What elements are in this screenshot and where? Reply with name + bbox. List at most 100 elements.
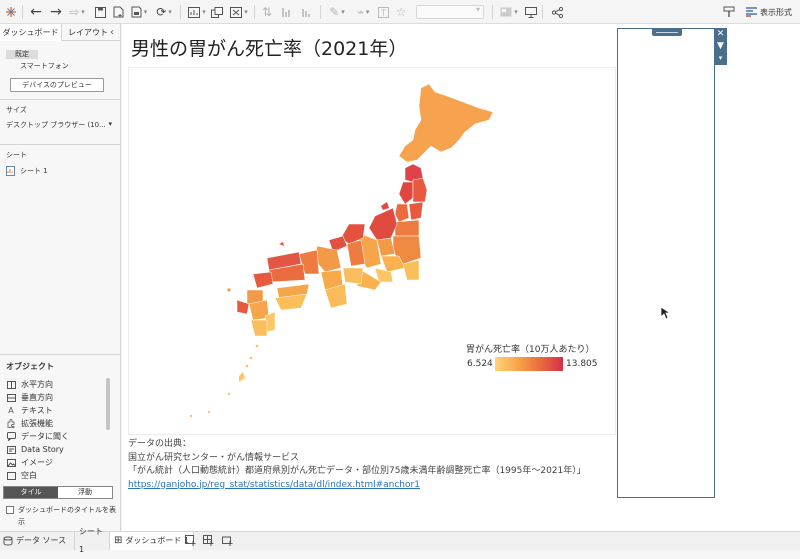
extension-icon (6, 419, 16, 428)
source-line: 「がん統計（人口動態統計）都道府県別がん死亡データ・部位別75歳未満年齢調整死亡… (128, 466, 586, 476)
island (207, 410, 211, 414)
object-label: Data Story (21, 445, 64, 454)
fit-dropdown[interactable] (416, 5, 484, 19)
mouse-cursor-icon (660, 306, 670, 320)
save-icon[interactable] (93, 4, 107, 20)
object-ask-data[interactable]: データに聞く (6, 431, 69, 442)
tab-sheet-1[interactable]: シート 1 (74, 527, 108, 554)
sort-asc-icon[interactable] (280, 4, 294, 20)
worksheet-icon (6, 166, 15, 176)
device-preview-button[interactable]: デバイスのプレビュー (10, 78, 104, 92)
duplicate-icon[interactable] (210, 4, 224, 20)
new-worksheet-icon[interactable] (185, 535, 196, 549)
image-icon (6, 458, 16, 467)
size-title: サイズ (6, 106, 27, 114)
data-story-icon (6, 445, 16, 454)
sheet-tab-bar: データ ソース シート 1 ⊞ ダッシュボード 1 (0, 527, 800, 554)
undo-icon[interactable]: ← (28, 4, 44, 20)
share-icon[interactable] (550, 4, 564, 20)
format-icon[interactable] (745, 4, 757, 20)
presentation-icon[interactable] (524, 4, 538, 20)
move-handle[interactable] (652, 29, 682, 36)
region-fukushima (394, 219, 420, 237)
dashboard-canvas: 男性の胃がん死亡率（2021年） 胃がん死亡率（10万人あたり） 6.524 1… (122, 24, 800, 531)
horizontal-container-icon (6, 380, 16, 389)
object-blank[interactable]: 空白 (6, 470, 37, 481)
sheets-title: シート (6, 151, 27, 159)
close-icon[interactable]: ✕ (714, 28, 727, 40)
island (227, 392, 231, 396)
new-dashboard-icon[interactable] (203, 535, 214, 549)
legend-color-ramp[interactable] (495, 357, 563, 371)
toolbar: ← → ⇨ ▾ ▾ ⟳ ▾ ▾ ▾ ⇅ ✎ ▾ ⌁ ▾ T ☆ ▾ ▾ 表示形式 (0, 0, 800, 24)
tab-dashboard-1[interactable]: ⊞ ダッシュボード 1 (109, 532, 195, 550)
new-sheet-icon[interactable]: ▾ (186, 4, 208, 20)
island (249, 356, 253, 360)
sheet-item-label: シート 1 (20, 167, 48, 175)
objects-title: オブジェクト (6, 362, 54, 371)
tab-data-source[interactable]: データ ソース (3, 532, 66, 550)
vertical-container-icon (6, 393, 16, 402)
object-controls: ✕ ▼ ▾ (714, 28, 727, 65)
region-miyagi (408, 201, 424, 221)
device-default[interactable]: 既定 (6, 50, 38, 59)
show-me-icon[interactable] (722, 4, 736, 20)
tab-layout[interactable]: レイアウト (68, 24, 108, 41)
legend-min: 6.524 (467, 359, 493, 369)
blank-icon (6, 471, 16, 480)
object-text[interactable]: A テキスト (6, 405, 53, 416)
new-story-icon[interactable] (222, 535, 233, 549)
tab-sheet-1-label: シート 1 (79, 527, 103, 554)
forward-icon[interactable]: ⇨ ▾ (66, 4, 88, 20)
object-data-story[interactable]: Data Story (6, 444, 64, 455)
database-icon (3, 536, 13, 546)
region-aichi (342, 267, 364, 285)
source-link[interactable]: https://ganjoho.jp/reg_stat/statistics/d… (128, 479, 586, 493)
tab-dashboard[interactable]: ダッシュボード (0, 24, 62, 41)
object-image[interactable]: イメージ (6, 457, 53, 468)
swap-icon[interactable]: ⇅ (260, 4, 274, 20)
size-select[interactable]: デスクトップ ブラウザー (10... (6, 120, 112, 130)
tableau-logo-icon[interactable] (4, 4, 18, 20)
object-label: テキスト (21, 406, 53, 415)
japan-choropleth-map[interactable] (129, 68, 615, 434)
pin-icon[interactable]: ☆ (394, 4, 408, 20)
group-icon[interactable]: ⌁ ▾ (352, 4, 374, 20)
redo-icon[interactable]: → (48, 4, 64, 20)
new-datasource-icon[interactable] (111, 4, 125, 20)
map-pane[interactable]: 胃がん死亡率（10万人あたり） 6.524 13.805 (128, 67, 616, 435)
device-phone[interactable]: スマートフォン (20, 61, 69, 71)
selected-object-frame[interactable] (617, 28, 715, 498)
source-text: データの出典： 国立がん研究センター・がん情報サービス 「がん統計（人口動態統計… (128, 438, 586, 492)
chevron-left-icon[interactable]: ‹ (110, 24, 114, 41)
object-label: 垂直方向 (21, 393, 53, 402)
sheet-item[interactable]: シート 1 (6, 165, 48, 177)
refresh-icon[interactable]: ⟳ ▾ (153, 4, 175, 20)
object-horizontal[interactable]: 水平方向 (6, 379, 53, 390)
more-options-icon[interactable]: ▾ (714, 52, 727, 64)
format-label[interactable]: 表示形式 (760, 7, 792, 18)
island (227, 288, 231, 292)
show-title-checkbox[interactable] (6, 506, 14, 514)
pause-icon[interactable]: ▾ (129, 4, 149, 20)
clear-icon[interactable]: ▾ (228, 4, 250, 20)
region-yamaguchi (252, 271, 274, 289)
object-label: データに聞く (21, 432, 69, 441)
region-okinawa (239, 372, 245, 382)
tile-button[interactable]: タイル (4, 487, 58, 498)
show-cards-icon[interactable]: ▾ (498, 4, 520, 20)
svg-text:T: T (380, 8, 386, 17)
island (245, 364, 249, 368)
sort-desc-icon[interactable] (300, 4, 314, 20)
objects-scrollbar[interactable] (106, 378, 110, 430)
legend-title: 胃がん死亡率（10万人あたり） (466, 345, 595, 355)
object-extension[interactable]: 拡張機能 (6, 418, 53, 429)
region-sado (381, 202, 389, 210)
pin-icon[interactable]: ▼ (714, 40, 727, 52)
label-icon[interactable]: T (376, 4, 390, 20)
region-yamagata (394, 203, 410, 223)
object-vertical[interactable]: 垂直方向 (6, 392, 53, 403)
float-button[interactable]: 浮動 (58, 487, 112, 498)
highlight-icon[interactable]: ✎ ▾ (326, 4, 348, 20)
tile-float-toggle: タイル 浮動 (3, 486, 113, 499)
